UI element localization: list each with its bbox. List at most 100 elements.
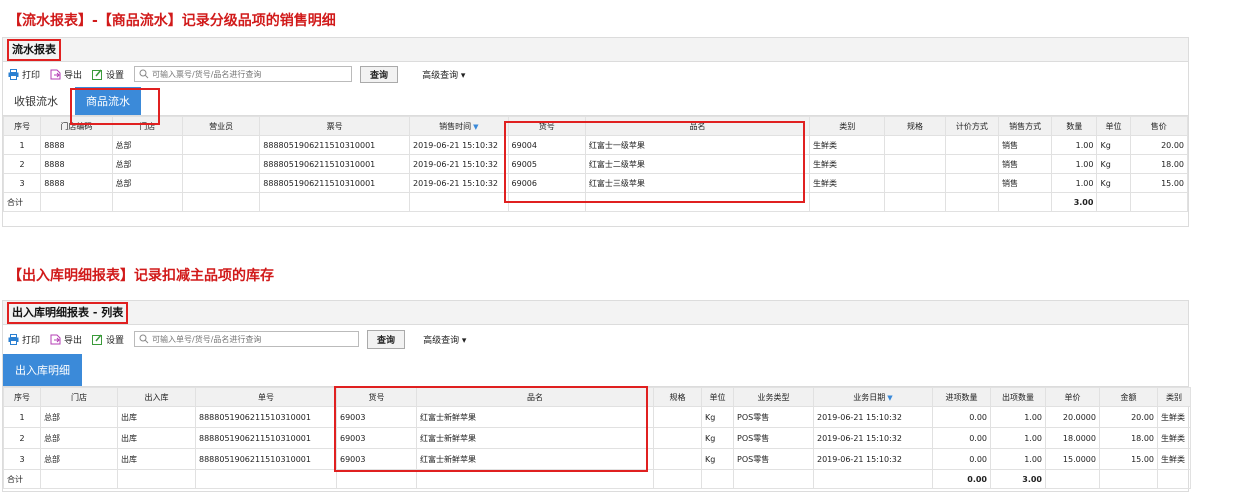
table-cell: 69006 [507, 173, 586, 193]
column-header[interactable]: 品名 [584, 116, 811, 136]
column-header[interactable]: 门店编码 [40, 116, 113, 136]
column-header[interactable]: 序号 [3, 387, 41, 407]
table-cell: 生鲜类 [1157, 427, 1191, 449]
table-cell: 生鲜类 [1157, 406, 1191, 428]
table-cell [733, 469, 814, 489]
print-button[interactable]: 打印 [8, 333, 40, 346]
table-row[interactable]: 3 8888 总部 8888051906211510310001 2019-06-21 … [2, 173, 1189, 193]
export-button[interactable]: 导出 [50, 68, 82, 81]
sales-flow-table: 序号 门店编码 门店 营业员 票号 销售时间 ▼ 货号 品名 类别 规格 计价方式… [2, 116, 1189, 212]
column-header[interactable]: 进项数量 [932, 387, 991, 407]
table-cell: Kg [1096, 173, 1131, 193]
column-header[interactable]: 单位 [701, 387, 734, 407]
table-cell: Kg [701, 427, 734, 449]
summary-in-quantity: 0.00 [932, 469, 991, 489]
table-cell: 总部 [40, 427, 118, 449]
tab-product-flow[interactable]: 商品流水 [75, 87, 141, 115]
column-header[interactable]: 金额 [1099, 387, 1158, 407]
advanced-query-dropdown[interactable]: 高级查询 ▾ [422, 68, 465, 81]
table-cell [584, 192, 811, 212]
summary-row: 合计 0.00 3.00 [3, 469, 1191, 489]
table-cell: 总部 [111, 154, 183, 174]
column-header[interactable]: 业务类型 [733, 387, 814, 407]
table-cell: 销售 [997, 154, 1053, 174]
query-button[interactable]: 查询 [367, 329, 406, 349]
table-cell: 销售 [997, 135, 1053, 155]
page-title: 流水报表 [7, 38, 61, 61]
sort-desc-icon: ▼ [473, 122, 479, 131]
table-cell [195, 469, 337, 489]
table-row[interactable]: 1 总部 出库 8888051906211510310001 69003 红富士新鲜苹果 K… [3, 406, 1191, 428]
search-input[interactable] [152, 69, 348, 79]
table-cell [507, 192, 586, 212]
summary-row: 合计 3.00 [2, 192, 1189, 212]
table-cell: 2019-06-21 15:10:32 [409, 135, 509, 155]
column-header[interactable]: 营业员 [181, 116, 261, 136]
settings-button[interactable]: 设置 [92, 68, 124, 81]
column-header[interactable]: 销售方式 [997, 116, 1053, 136]
table-cell: 红富士三级苹果 [584, 173, 811, 193]
table-cell: 1.00 [990, 448, 1046, 470]
table-row[interactable]: 2 8888 总部 8888051906211510310001 2019-06-21 … [2, 154, 1189, 174]
table-row[interactable]: 2 总部 出库 8888051906211510310001 69003 红富士新鲜苹果 K… [3, 427, 1191, 449]
table-cell [997, 192, 1053, 212]
table-row[interactable]: 1 8888 总部 8888051906211510310001 2019-06-21 … [2, 135, 1189, 155]
query-button[interactable]: 查询 [360, 65, 399, 83]
column-header[interactable]: 单号 [195, 387, 337, 407]
table-cell [409, 192, 509, 212]
column-header[interactable]: 类别 [809, 116, 886, 136]
column-header-sorted[interactable]: 业务日期 ▼ [813, 387, 933, 407]
export-button[interactable]: 导出 [50, 333, 82, 346]
search-input[interactable] [152, 334, 348, 344]
print-button[interactable]: 打印 [8, 68, 40, 81]
column-header-sorted[interactable]: 销售时间 ▼ [409, 116, 509, 136]
table-cell: POS零售 [733, 448, 814, 470]
column-header[interactable]: 门店 [111, 116, 183, 136]
table-cell [944, 192, 999, 212]
table-cell [181, 173, 261, 193]
panel-header: 出入库明细报表 - 列表 [3, 301, 1188, 325]
table-cell [944, 173, 999, 193]
table-cell: 20.00 [1129, 135, 1189, 155]
column-header[interactable]: 单价 [1045, 387, 1100, 407]
search-icon [138, 334, 149, 345]
settings-button[interactable]: 设置 [92, 333, 124, 346]
table-cell [884, 154, 946, 174]
column-header[interactable]: 数量 [1051, 116, 1098, 136]
tab-stock-detail[interactable]: 出入库明细 [3, 354, 82, 386]
column-header[interactable]: 出入库 [117, 387, 196, 407]
column-header[interactable]: 序号 [2, 116, 42, 136]
column-header[interactable]: 类别 [1157, 387, 1191, 407]
column-header[interactable]: 规格 [884, 116, 946, 136]
table-cell [653, 469, 702, 489]
column-header[interactable]: 售价 [1129, 116, 1189, 136]
table-cell: 2019-06-21 15:10:32 [813, 448, 933, 470]
table-cell: 出库 [117, 448, 196, 470]
table-cell: 总部 [40, 406, 118, 428]
print-label: 打印 [22, 335, 41, 346]
column-header[interactable]: 门店 [40, 387, 118, 407]
column-header[interactable]: 出项数量 [990, 387, 1046, 407]
column-header[interactable]: 货号 [507, 116, 586, 136]
column-header[interactable]: 品名 [416, 387, 654, 407]
column-header[interactable]: 单位 [1096, 116, 1131, 136]
search-icon [138, 69, 149, 80]
table-cell [40, 192, 113, 212]
table-cell: 生鲜类 [809, 173, 886, 193]
column-header[interactable]: 票号 [259, 116, 411, 136]
table-cell [111, 192, 183, 212]
advanced-query-dropdown[interactable]: 高级查询 ▾ [423, 333, 466, 346]
table-row[interactable]: 3 总部 出库 8888051906211510310001 69003 红富士新鲜苹果 K… [3, 448, 1191, 470]
tab-cashier-flow[interactable]: 收银流水 [3, 87, 69, 115]
table-cell: 18.0000 [1045, 427, 1100, 449]
column-header[interactable]: 货号 [336, 387, 417, 407]
table-cell [884, 135, 946, 155]
table-cell: 8888 [40, 135, 113, 155]
column-header[interactable]: 计价方式 [944, 116, 999, 136]
export-label: 导出 [64, 70, 83, 81]
sales-report-panel: 流水报表 打印 导出 设置 查询 高级查询 ▾ 收银流水 商品流水 序号 门店 [2, 37, 1189, 227]
column-header[interactable]: 规格 [653, 387, 702, 407]
table-cell: 8888051906211510310001 [195, 427, 337, 449]
table-cell: 18.00 [1099, 427, 1158, 449]
table-cell: 出库 [117, 406, 196, 428]
